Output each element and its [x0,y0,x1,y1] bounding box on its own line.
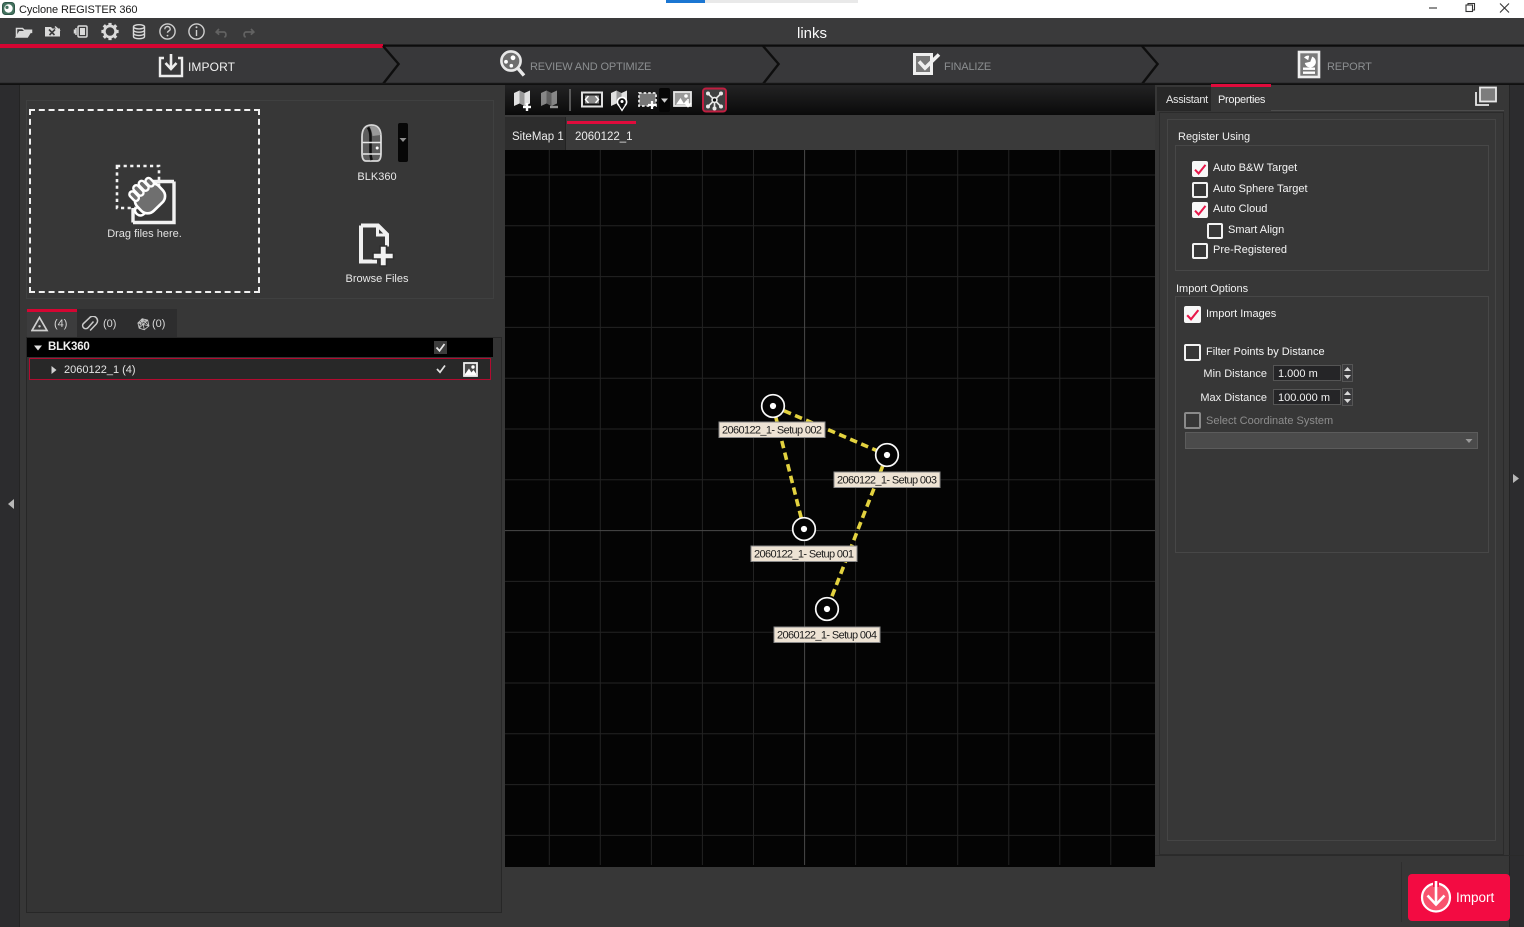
svg-text:2060122_1- Setup 002: 2060122_1- Setup 002 [722,425,822,437]
svg-text:2060122_1- Setup 001: 2060122_1- Setup 001 [754,549,854,561]
svg-text:2060122_1- Setup 003: 2060122_1- Setup 003 [837,475,937,487]
svg-text:2060122_1- Setup 004: 2060122_1- Setup 004 [777,630,877,642]
